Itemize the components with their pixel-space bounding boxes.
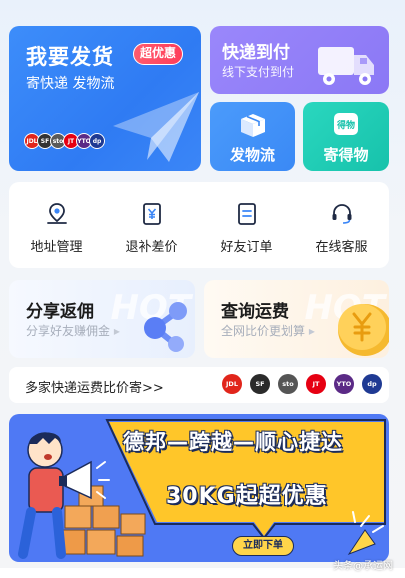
order-list-icon bbox=[237, 203, 256, 225]
carrier-logos: JDL SF sto JT YTO dp bbox=[24, 133, 105, 149]
order-now-button[interactable]: 立即下单 bbox=[232, 536, 294, 556]
compare-carrier-logos: JDL SF sto JT YTO dp bbox=[222, 374, 382, 394]
watermark: 头条@承运网 bbox=[333, 561, 393, 572]
services-row: 地址管理 退补差价 好友订单 在线客服 bbox=[9, 182, 389, 268]
box-icon bbox=[240, 114, 265, 137]
cod-title: 快递到付 bbox=[222, 43, 290, 63]
share-icon bbox=[144, 302, 187, 352]
send-dewu-card[interactable]: 得物 寄得物 bbox=[303, 102, 389, 171]
service-friend-orders[interactable]: 好友订单 bbox=[199, 182, 294, 268]
yen-coin-icon bbox=[338, 304, 389, 356]
compare-carriers-row[interactable]: 多家快递运费比价寄>> JDL SF sto JT YTO dp bbox=[9, 367, 389, 403]
query-subtitle: 全网比价更划算 ▸ bbox=[221, 324, 315, 338]
send-dewu-label: 寄得物 bbox=[323, 146, 369, 164]
share-title: 分享返佣 bbox=[26, 302, 94, 322]
truck-icon bbox=[318, 47, 374, 85]
banner-carriers-text: 德邦—跨越—顺心捷达 bbox=[123, 430, 343, 454]
carrier-logo-jt: JT bbox=[306, 374, 326, 394]
location-pin-icon bbox=[46, 203, 67, 224]
yen-receipt-icon bbox=[142, 203, 161, 225]
carrier-logo-dp: dp bbox=[89, 133, 105, 149]
send-package-subtitle: 寄快递 发物流 bbox=[26, 76, 115, 92]
service-refund-diff-label: 退补差价 bbox=[125, 240, 178, 255]
promo-banner[interactable]: 德邦—跨越—顺心捷达 30KG起超优惠 立即下单 bbox=[9, 414, 389, 562]
service-refund-diff[interactable]: 退补差价 bbox=[104, 182, 199, 268]
discount-badge: 超优惠 bbox=[133, 43, 184, 65]
send-package-card[interactable]: 我要发货 超优惠 寄快递 发物流 JDL SF sto JT YTO dp bbox=[9, 26, 201, 171]
share-subtitle: 分享好友赚佣金 ▸ bbox=[26, 324, 120, 338]
cod-subtitle: 线下支付到付 bbox=[222, 65, 295, 79]
service-address-label: 地址管理 bbox=[30, 240, 83, 255]
send-package-title: 我要发货 bbox=[26, 45, 114, 69]
query-title: 查询运费 bbox=[221, 302, 289, 322]
carrier-logo-jdl: JDL bbox=[222, 374, 242, 394]
paper-plane-icon bbox=[113, 92, 199, 162]
headset-icon bbox=[332, 204, 351, 224]
service-online-support[interactable]: 在线客服 bbox=[294, 182, 389, 268]
dewu-icon-text: 得物 bbox=[336, 119, 355, 131]
service-online-support-label: 在线客服 bbox=[315, 240, 368, 255]
banner-offer-text: 30KG起超优惠 bbox=[166, 484, 328, 509]
ship-freight-card[interactable]: 发物流 bbox=[210, 102, 295, 171]
carrier-logo-sto: sto bbox=[278, 374, 298, 394]
carrier-logo-yto: YTO bbox=[334, 374, 354, 394]
service-address[interactable]: 地址管理 bbox=[9, 182, 104, 268]
share-commission-card[interactable]: HOT 分享返佣 分享好友赚佣金 ▸ bbox=[9, 280, 195, 358]
cash-on-delivery-card[interactable]: 快递到付 线下支付到付 bbox=[210, 26, 389, 94]
dewu-icon: 得物 bbox=[334, 113, 358, 135]
service-friend-orders-label: 好友订单 bbox=[220, 240, 273, 255]
carrier-logo-sf: SF bbox=[250, 374, 270, 394]
ship-freight-label: 发物流 bbox=[229, 146, 275, 164]
compare-label: 多家快递运费比价寄>> bbox=[25, 381, 164, 396]
carrier-logo-dp: dp bbox=[362, 374, 382, 394]
query-shipping-fee-card[interactable]: HOT 查询运费 全网比价更划算 ▸ bbox=[204, 280, 389, 358]
